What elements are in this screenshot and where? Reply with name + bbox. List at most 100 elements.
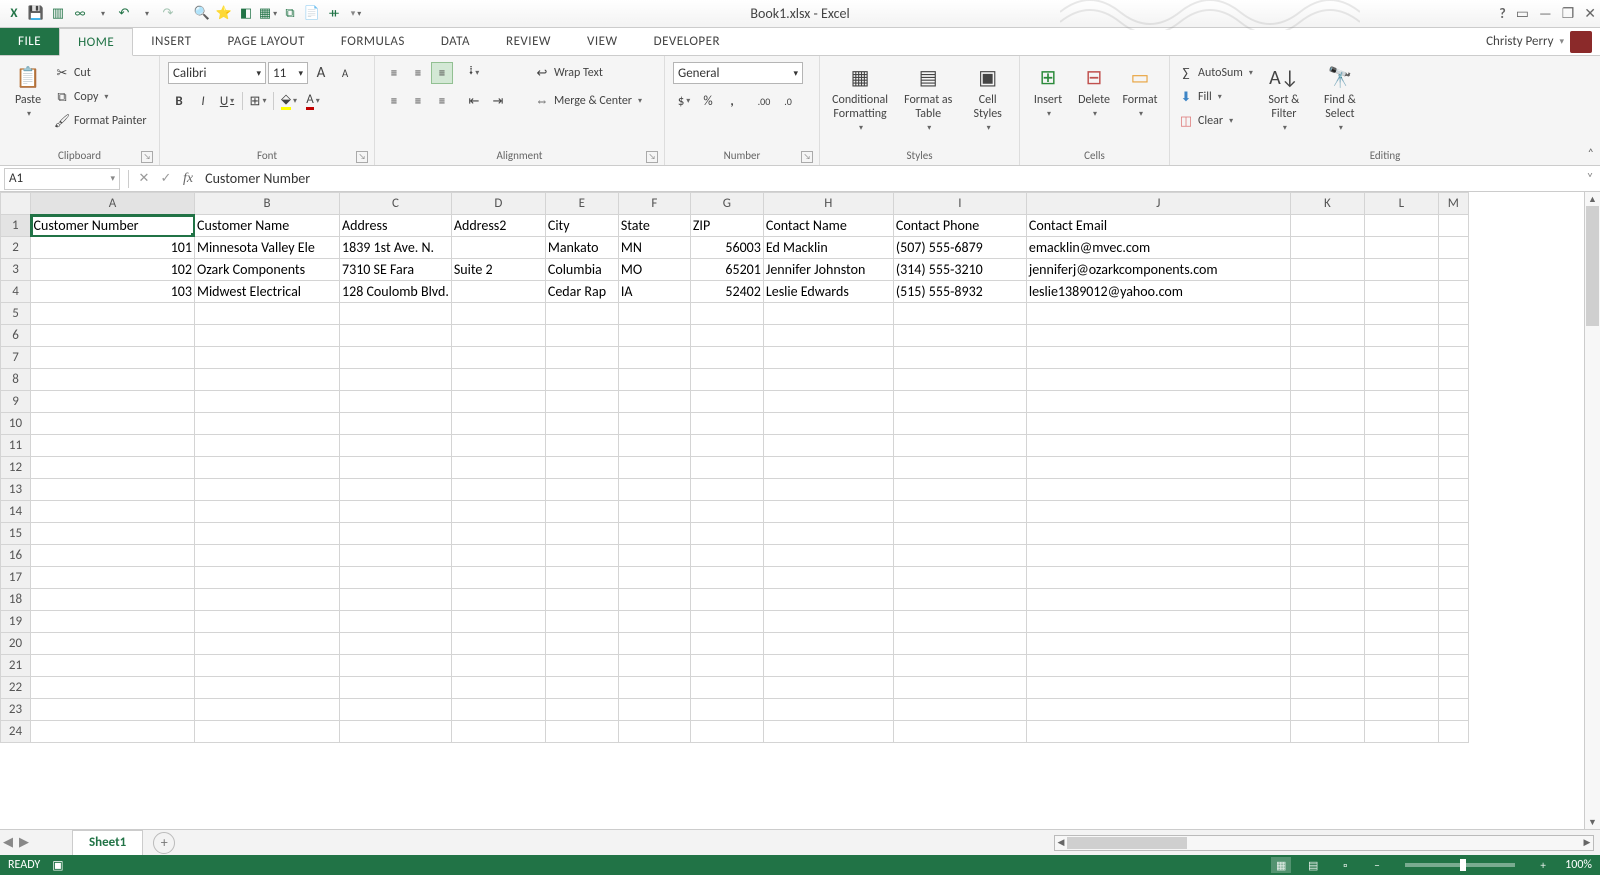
cell-G22[interactable] [690, 677, 763, 699]
zoom-in-button[interactable]: + [1533, 857, 1553, 873]
cell-E21[interactable] [545, 655, 618, 677]
cell-F1[interactable]: State [618, 215, 690, 237]
cell-F3[interactable]: MO [618, 259, 690, 281]
cell-H7[interactable] [763, 347, 893, 369]
cell-G9[interactable] [690, 391, 763, 413]
cell-I7[interactable] [893, 347, 1026, 369]
cell-J7[interactable] [1026, 347, 1290, 369]
cell-E20[interactable] [545, 633, 618, 655]
cell-C11[interactable] [340, 435, 452, 457]
cell-B18[interactable] [195, 589, 340, 611]
cell-F7[interactable] [618, 347, 690, 369]
cell-B10[interactable] [195, 413, 340, 435]
scroll-right-arrow[interactable]: ▶ [1581, 836, 1593, 850]
new-sheet-button[interactable]: + [153, 832, 175, 854]
cell-I8[interactable] [893, 369, 1026, 391]
increase-decimal-button[interactable]: .00 [753, 90, 775, 112]
cell-J8[interactable] [1026, 369, 1290, 391]
cell-D11[interactable] [451, 435, 545, 457]
cell-D13[interactable] [451, 479, 545, 501]
cell-A3[interactable]: 102 [31, 259, 195, 281]
cell-M18[interactable] [1438, 589, 1468, 611]
ribbon-tab-review[interactable]: REVIEW [488, 28, 569, 55]
cell-K15[interactable] [1290, 523, 1364, 545]
minimize-icon[interactable]: — [1539, 5, 1552, 22]
font-name-combo[interactable]: Calibri▾ [168, 62, 266, 84]
cell-A15[interactable] [31, 523, 195, 545]
cell-I21[interactable] [893, 655, 1026, 677]
cell-F14[interactable] [618, 501, 690, 523]
cell-K7[interactable] [1290, 347, 1364, 369]
cell-J12[interactable] [1026, 457, 1290, 479]
cell-D4[interactable] [451, 281, 545, 303]
cell-H5[interactable] [763, 303, 893, 325]
cell-J20[interactable] [1026, 633, 1290, 655]
sheet-tab-sheet1[interactable]: Sheet1 [72, 830, 143, 855]
row-header-4[interactable]: 4 [1, 281, 31, 303]
cell-I14[interactable] [893, 501, 1026, 523]
cell-F5[interactable] [618, 303, 690, 325]
cell-C2[interactable]: 1839 1st Ave. N. [340, 237, 452, 259]
row-header-1[interactable]: 1 [1, 215, 31, 237]
underline-button[interactable]: U [216, 90, 238, 112]
increase-indent-button[interactable]: ⇥ [487, 90, 509, 112]
row-header-9[interactable]: 9 [1, 391, 31, 413]
cell-K23[interactable] [1290, 699, 1364, 721]
cell-D7[interactable] [451, 347, 545, 369]
cell-J4[interactable]: leslie1389012@yahoo.com [1026, 281, 1290, 303]
cell-A1[interactable]: Customer Number [31, 215, 195, 237]
cell-A13[interactable] [31, 479, 195, 501]
ribbon-tab-developer[interactable]: DEVELOPER [636, 28, 738, 55]
row-header-17[interactable]: 17 [1, 567, 31, 589]
ribbon-display-icon[interactable]: ▭ [1516, 5, 1529, 22]
ribbon-tab-file[interactable]: FILE [0, 28, 59, 55]
cell-M7[interactable] [1438, 347, 1468, 369]
align-right-button[interactable]: ≡ [431, 90, 453, 112]
cell-L20[interactable] [1364, 633, 1438, 655]
cell-E22[interactable] [545, 677, 618, 699]
cell-J23[interactable] [1026, 699, 1290, 721]
cell-M5[interactable] [1438, 303, 1468, 325]
cell-D18[interactable] [451, 589, 545, 611]
cell-C5[interactable] [340, 303, 452, 325]
accounting-format-button[interactable]: $ [673, 90, 695, 112]
qat-icon-7[interactable]: ⧉ [280, 4, 300, 24]
cell-D3[interactable]: Suite 2 [451, 259, 545, 281]
cell-B5[interactable] [195, 303, 340, 325]
collapse-ribbon-icon[interactable]: ˄ [1588, 147, 1594, 161]
fill-button[interactable]: ⬇Fill [1178, 86, 1253, 108]
cell-L10[interactable] [1364, 413, 1438, 435]
cell-G10[interactable] [690, 413, 763, 435]
cell-B17[interactable] [195, 567, 340, 589]
cell-B11[interactable] [195, 435, 340, 457]
cell-B23[interactable] [195, 699, 340, 721]
cell-C7[interactable] [340, 347, 452, 369]
cell-C4[interactable]: 128 Coulomb Blvd. [340, 281, 452, 303]
cell-J16[interactable] [1026, 545, 1290, 567]
cell-J3[interactable]: jenniferj@ozarkcomponents.com [1026, 259, 1290, 281]
cell-M22[interactable] [1438, 677, 1468, 699]
cell-I20[interactable] [893, 633, 1026, 655]
col-header-M[interactable]: M [1438, 193, 1468, 215]
cell-I15[interactable] [893, 523, 1026, 545]
cell-A7[interactable] [31, 347, 195, 369]
zoom-slider[interactable] [1405, 863, 1515, 867]
number-dialog-launcher[interactable]: ↘ [801, 151, 813, 163]
cell-F22[interactable] [618, 677, 690, 699]
cell-C24[interactable] [340, 721, 452, 743]
horizontal-scroll-thumb[interactable] [1067, 837, 1187, 849]
qat-icon-5[interactable]: ◧ [236, 4, 256, 24]
align-middle-button[interactable]: ≡ [407, 62, 429, 84]
cell-D14[interactable] [451, 501, 545, 523]
cell-H13[interactable] [763, 479, 893, 501]
cell-H11[interactable] [763, 435, 893, 457]
col-header-A[interactable]: A [31, 193, 195, 215]
cell-F8[interactable] [618, 369, 690, 391]
cell-I4[interactable]: (515) 555-8932 [893, 281, 1026, 303]
cell-H8[interactable] [763, 369, 893, 391]
cell-B1[interactable]: Customer Name [195, 215, 340, 237]
cell-E6[interactable] [545, 325, 618, 347]
worksheet-area[interactable]: ABCDEFGHIJKLM1Customer NumberCustomer Na… [0, 192, 1600, 829]
cell-M13[interactable] [1438, 479, 1468, 501]
format-painter-button[interactable]: 🖌Format Painter [54, 110, 147, 132]
